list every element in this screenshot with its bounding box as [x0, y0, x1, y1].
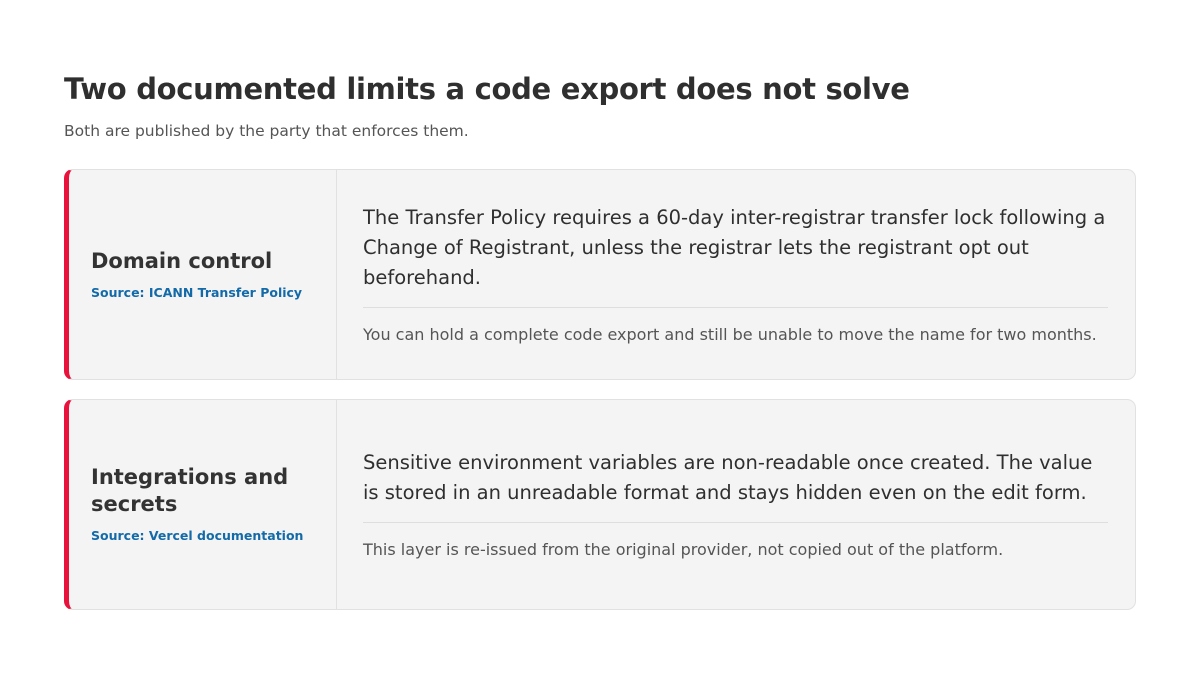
card-title: Domain control — [91, 248, 273, 273]
card-body-panel: The Transfer Policy requires a 60-day in… — [337, 170, 1135, 379]
card-heading-panel: Integrations and secrets Source: Vercel … — [69, 400, 336, 609]
page: Two documented limits a code export does… — [64, 70, 1136, 610]
source-citation: Source: Vercel documentation — [91, 528, 304, 543]
card-heading-panel: Domain control Source: ICANN Transfer Po… — [69, 170, 336, 379]
source-citation: Source: ICANN Transfer Policy — [91, 284, 303, 300]
page-title: Two documented limits a code export does… — [64, 72, 910, 106]
card-statement: Sensitive environment variables are non-… — [363, 450, 1093, 504]
card-note: You can hold a complete code export and … — [363, 324, 1097, 344]
card-statement: The Transfer Policy requires a 60-day in… — [363, 205, 1106, 289]
card-body-panel: Sensitive environment variables are non-… — [337, 400, 1135, 609]
limit-card-domain-control: Domain control Source: ICANN Transfer Po… — [64, 169, 1136, 380]
card-title: Integrations and secrets — [91, 465, 289, 516]
card-separator — [363, 521, 1108, 523]
page-subtitle: Both are published by the party that enf… — [64, 122, 469, 140]
card-separator — [363, 306, 1108, 308]
limits-list: Domain control Source: ICANN Transfer Po… — [64, 169, 1136, 610]
card-note: This layer is re-issued from the origina… — [363, 539, 1004, 559]
limit-card-integrations-secrets: Integrations and secrets Source: Vercel … — [64, 399, 1136, 610]
